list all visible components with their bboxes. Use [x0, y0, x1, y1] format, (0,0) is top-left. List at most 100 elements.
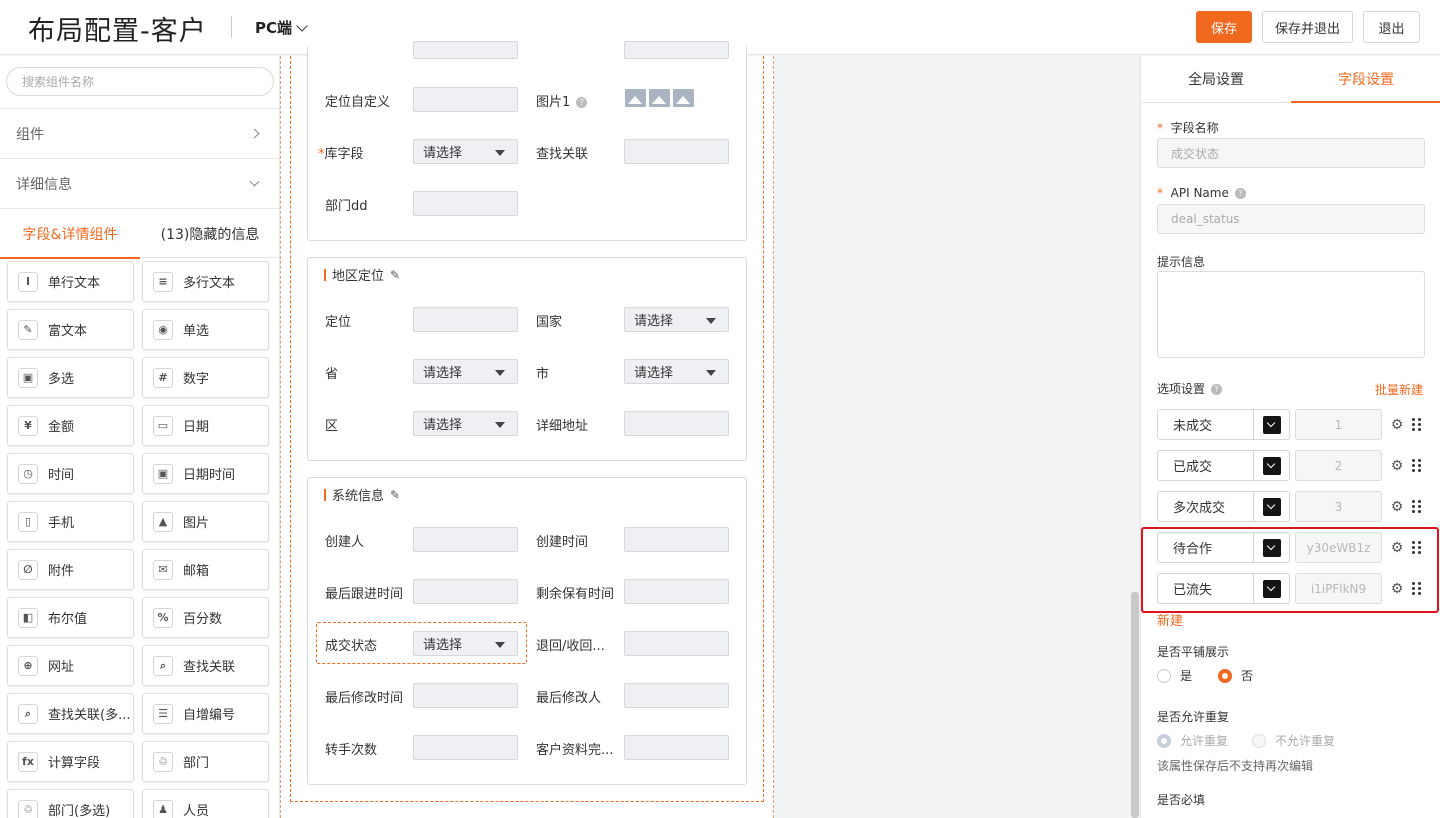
component-item[interactable]: ¥ 金额 [7, 405, 134, 446]
component-item[interactable]: ✎ 富文本 [7, 309, 134, 350]
section-details-label: 详细信息 [16, 176, 72, 193]
platform-dropdown[interactable]: PC端 [255, 17, 308, 38]
radio-no[interactable] [1218, 668, 1233, 683]
drag-handle-icon[interactable] [1412, 458, 1422, 473]
gear-icon[interactable]: ⚙ [1390, 499, 1404, 515]
component-item[interactable]: ▯ 手机 [7, 501, 134, 542]
component-label: 网址 [48, 660, 75, 675]
question-icon[interactable]: ? [1234, 188, 1246, 199]
field-input[interactable] [413, 41, 518, 59]
edit-icon[interactable]: ✎ [390, 488, 400, 502]
field-name-input[interactable]: 成交状态 [1157, 138, 1425, 168]
component-item[interactable]: ≡ 多行文本 [142, 261, 269, 302]
section-components[interactable]: 组件 [0, 108, 279, 158]
field-input[interactable] [413, 87, 518, 112]
field-input[interactable] [624, 683, 729, 708]
option-name-input[interactable]: 未成交 [1157, 409, 1254, 440]
option-value-input[interactable]: 1 [1295, 409, 1382, 440]
component-label: 单选 [183, 324, 210, 339]
scrollbar[interactable] [1131, 592, 1139, 818]
field-input[interactable] [413, 527, 518, 552]
exit-button[interactable]: 退出 [1363, 11, 1420, 43]
option-name-input[interactable]: 已成交 [1157, 450, 1254, 481]
edit-icon[interactable]: ✎ [390, 268, 400, 282]
field-select[interactable]: 请选择 [624, 307, 729, 332]
component-label: 日期时间 [183, 468, 236, 483]
radio-yes[interactable] [1157, 668, 1171, 683]
component-item[interactable]: ♟ 人员 [142, 789, 269, 818]
batch-new-link[interactable]: 批量新建 [1375, 381, 1423, 398]
section-details[interactable]: 详细信息 [0, 158, 279, 208]
component-item[interactable]: # 数字 [142, 357, 269, 398]
dup-radio-group: 允许重复 不允许重复 [1157, 732, 1335, 749]
component-icon: ▲ [153, 511, 173, 532]
component-item[interactable]: % 百分数 [142, 597, 269, 638]
api-name-input[interactable]: deal_status [1157, 204, 1425, 234]
gear-icon[interactable]: ⚙ [1390, 417, 1404, 433]
tab-global-settings[interactable]: 全局设置 [1141, 56, 1291, 102]
field-select[interactable]: 请选择 [413, 139, 518, 164]
option-name-input[interactable]: 多次成交 [1157, 491, 1254, 522]
field-select[interactable]: 请选择 [624, 359, 729, 384]
field-input[interactable] [413, 683, 518, 708]
field-input[interactable] [624, 527, 729, 552]
field-input[interactable] [413, 735, 518, 760]
component-item[interactable]: I 单行文本 [7, 261, 134, 302]
field-select[interactable]: 请选择 [413, 631, 518, 656]
field-input[interactable] [624, 41, 729, 59]
tab-hidden[interactable]: (13)隐藏的信息 [140, 209, 279, 258]
radio-allow-dup [1157, 733, 1171, 748]
option-value-input[interactable]: 3 [1295, 491, 1382, 522]
tab-field-settings[interactable]: 字段设置 [1291, 56, 1440, 103]
component-item[interactable]: ∅ 附件 [7, 549, 134, 590]
component-item[interactable]: ◉ 单选 [142, 309, 269, 350]
field-input[interactable] [624, 139, 729, 164]
component-icon: ▣ [153, 463, 173, 484]
save-exit-button[interactable]: 保存并退出 [1262, 11, 1353, 43]
drag-handle-icon[interactable] [1412, 417, 1422, 432]
component-icon: ♲ [153, 751, 173, 772]
component-item[interactable]: ⌕ 查找关联(多... [7, 693, 134, 734]
save-button[interactable]: 保存 [1196, 11, 1252, 43]
drag-handle-icon[interactable] [1412, 499, 1422, 514]
component-item[interactable]: ◧ 布尔值 [7, 597, 134, 638]
component-label: 人员 [183, 804, 210, 818]
field-input[interactable] [624, 411, 729, 436]
tab-fields[interactable]: 字段&详情组件 [0, 209, 140, 259]
component-item[interactable]: ♲ 部门 [142, 741, 269, 782]
question-icon[interactable]: ? [1211, 384, 1223, 395]
options-label: 选项设置? [1157, 380, 1223, 397]
field-input[interactable] [413, 307, 518, 332]
field-input[interactable] [624, 735, 729, 760]
field-input[interactable] [624, 579, 729, 604]
option-color-picker[interactable] [1254, 450, 1290, 481]
component-item[interactable]: ▲ 图片 [142, 501, 269, 542]
component-item[interactable]: ♲ 部门(多选) [7, 789, 134, 818]
component-item[interactable]: ⊕ 网址 [7, 645, 134, 686]
field-label: 创建时间 [536, 535, 589, 550]
radio-disallow-dup [1252, 733, 1267, 748]
component-item[interactable]: ▭ 日期 [142, 405, 269, 446]
component-label: 布尔值 [48, 612, 88, 627]
gear-icon[interactable]: ⚙ [1390, 458, 1404, 474]
component-search-input[interactable]: 搜索组件名称 [6, 67, 274, 96]
card-title: 地区定位 ✎ [324, 265, 400, 284]
component-item[interactable]: ☰ 自增编号 [142, 693, 269, 734]
component-item[interactable]: ▣ 日期时间 [142, 453, 269, 494]
field-select[interactable]: 请选择 [413, 411, 518, 436]
option-value-input[interactable]: 2 [1295, 450, 1382, 481]
component-item[interactable]: fx 计算字段 [7, 741, 134, 782]
api-name-label: * API Name? [1157, 186, 1246, 200]
component-icon: ⌕ [153, 655, 173, 676]
component-item[interactable]: ⌕ 查找关联 [142, 645, 269, 686]
option-color-picker[interactable] [1254, 409, 1290, 440]
field-input[interactable] [624, 631, 729, 656]
hint-textarea[interactable] [1157, 271, 1425, 358]
field-input[interactable] [413, 579, 518, 604]
field-select[interactable]: 请选择 [413, 359, 518, 384]
component-item[interactable]: ◷ 时间 [7, 453, 134, 494]
option-color-picker[interactable] [1254, 491, 1290, 522]
component-item[interactable]: ▣ 多选 [7, 357, 134, 398]
component-item[interactable]: ✉ 邮箱 [142, 549, 269, 590]
field-input[interactable] [413, 191, 518, 216]
